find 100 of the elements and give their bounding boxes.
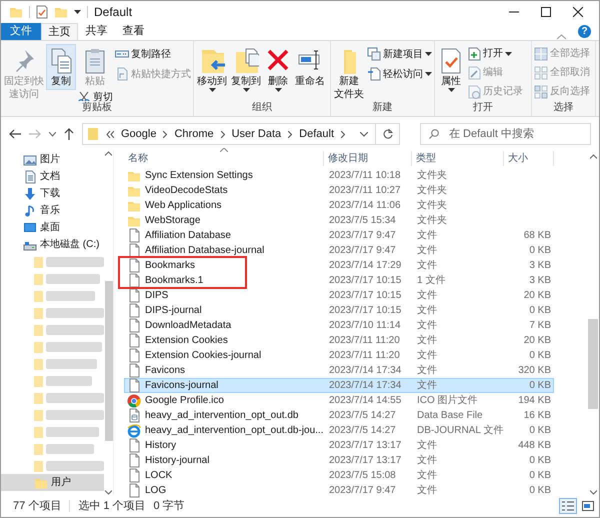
address-bar[interactable]: Google Chrome User Data Default	[82, 123, 400, 145]
ribbon-tab[interactable]: 共享	[78, 23, 115, 40]
file-name: Affiliation Database	[145, 229, 231, 243]
column-header[interactable]: 修改日期	[324, 151, 412, 166]
collapse-ribbon-icon[interactable]	[557, 34, 566, 40]
sidebar-item[interactable]: 音乐	[1, 202, 104, 219]
file-row[interactable]: DIPS-journal 2023/7/17 10:15 文件 0 KB	[124, 303, 554, 318]
chrome-logo-icon	[127, 394, 141, 408]
ribbon-button[interactable]: 重命名	[293, 44, 327, 90]
breadcrumb-chevron-icon[interactable]	[341, 130, 345, 138]
ribbon-button[interactable]: 新建 文件夹	[332, 44, 366, 101]
scroll-up-icon[interactable]	[590, 154, 596, 159]
thumbnail-view-button[interactable]	[579, 498, 597, 514]
file-row[interactable]: LOG 2023/7/17 9:47 文件 0 KB	[124, 483, 554, 498]
caret-icon	[208, 88, 216, 92]
breadcrumb-item[interactable]: Chrome	[174, 127, 214, 141]
sidebar-item[interactable]: 用户	[1, 474, 104, 491]
ribbon-button[interactable]: 新建项目	[366, 44, 433, 64]
overflow-chevrons-icon[interactable]	[106, 130, 114, 138]
help-button[interactable]: ?	[578, 25, 591, 38]
file-row[interactable]: WebStorage 2023/7/5 15:34 文件夹	[124, 213, 554, 228]
sidebar-item[interactable]: 下载	[1, 185, 104, 202]
sidebar-item[interactable]: 图片	[1, 151, 104, 168]
ribbon-tab[interactable]: 主页	[41, 23, 78, 40]
maximize-icon[interactable]	[541, 7, 551, 17]
file-row[interactable]: Affiliation Database-journal 2023/7/17 9:47 文件 0 KB	[124, 243, 554, 258]
date-cell-text: 2023/7/17 13:17	[328, 439, 402, 453]
caret-icon	[274, 88, 282, 92]
file-row[interactable]: heavy_ad_intervention_opt_out.db-jou... 2023/7/5 14:27 DB-JOURNAL 文件 0 KB	[124, 423, 554, 438]
sidebar-item[interactable]: 文档	[1, 168, 104, 185]
file-row[interactable]: VideoDecodeStats 2023/7/11 10:27 文件夹	[124, 183, 554, 198]
column-header[interactable]: 大小	[504, 151, 554, 166]
search-field[interactable]: 在 Default 中搜索	[420, 123, 591, 145]
file-icon	[127, 468, 141, 483]
file-icon	[127, 453, 141, 468]
date-cell-text: 2023/7/17 10:15	[328, 289, 402, 303]
size-cell-text: 0 KB	[528, 484, 551, 498]
file-row[interactable]: History 2023/7/17 13:17 文件 448 KB	[124, 438, 554, 453]
caret-icon	[425, 72, 432, 76]
column-header[interactable]: 类型	[412, 151, 504, 166]
ribbon-button[interactable]: 复制	[46, 44, 76, 90]
details-view-button[interactable]	[559, 498, 577, 514]
breadcrumb-chevron-icon[interactable]	[288, 130, 292, 138]
ribbon-button[interactable]: 轻松访问	[366, 64, 433, 84]
sidebar-item[interactable]: 本地磁盘 (C:)	[1, 236, 104, 253]
date-cell-text: 2023/7/14 17:34	[328, 379, 402, 393]
file-row[interactable]: Favicons 2023/7/14 17:34 文件 320 KB	[124, 363, 554, 378]
file-row[interactable]: Bookmarks 2023/7/14 17:29 文件 3 KB	[124, 258, 554, 273]
file-row[interactable]: DIPS 2023/7/17 10:15 文件 20 KB	[124, 288, 554, 303]
breadcrumb-item[interactable]: User Data	[232, 127, 282, 141]
ribbon-button[interactable]: 复制路径	[114, 44, 172, 64]
scrollbar-thumb[interactable]	[588, 319, 598, 409]
file-row[interactable]: heavy_ad_intervention_opt_out.db 2023/7/5 14:27 Data Base File 16 KB	[124, 408, 554, 423]
ribbon-group-label: 剪贴板	[81, 101, 113, 115]
type-cell-text: 文件	[416, 288, 438, 303]
breadcrumb-item[interactable]: Default	[299, 127, 334, 141]
back-arrow-icon[interactable]	[9, 129, 21, 139]
browser-e-icon	[127, 424, 141, 438]
file-menu-tab[interactable]: 文件	[1, 23, 41, 40]
scroll-down-icon[interactable]	[105, 490, 112, 495]
file-row[interactable]: LOCK 2023/7/5 15:08 文件 0 KB	[124, 468, 554, 483]
file-row[interactable]: Google Profile.ico 2023/7/14 14:55 ICO 图片文件 194 KB	[124, 393, 554, 408]
ribbon-button[interactable]: 打开	[466, 44, 513, 63]
file-name: Affiliation Database-journal	[145, 244, 264, 258]
file-row[interactable]: Bookmarks.1 2023/7/17 10:15 1 文件 3 KB	[124, 273, 554, 288]
scroll-up-icon[interactable]	[105, 151, 112, 156]
forward-arrow-icon[interactable]	[29, 129, 41, 139]
date-cell-text: 2023/7/17 9:47	[328, 244, 397, 258]
type-cell-text: 文件	[416, 454, 438, 468]
file-row[interactable]: History-journal 2023/7/17 13:17 文件 0 KB	[124, 453, 554, 468]
size-cell-text: 3 KB	[528, 274, 551, 288]
breadcrumb-item[interactable]: Google	[121, 127, 156, 141]
dropdown-chevron-icon[interactable]	[360, 132, 368, 136]
ribbon-button[interactable]: 删除	[263, 44, 293, 94]
ribbon-button[interactable]: 属性	[436, 44, 466, 94]
scroll-down-icon[interactable]	[590, 490, 596, 495]
file-row[interactable]: Sync Extension Settings 2023/7/11 10:18 文件夹	[124, 168, 554, 183]
breadcrumb-chevron-icon[interactable]	[163, 130, 168, 138]
close-icon[interactable]	[573, 7, 583, 17]
ribbon-button[interactable]: 复制到	[229, 44, 263, 94]
date-cell-text: 2023/7/5 15:08	[328, 469, 397, 483]
file-row[interactable]: Extension Cookies-journal 2023/7/11 11:20 文件 0 KB	[124, 348, 554, 363]
type-cell-text: 文件夹	[416, 214, 448, 228]
ribbon-button[interactable]: 移动到	[195, 44, 229, 94]
properties-icon[interactable]	[36, 5, 48, 19]
quick-access-caret-icon	[74, 10, 81, 14]
file-row[interactable]: DownloadMetadata 2023/7/10 11:14 文件 7 KB	[124, 318, 554, 333]
ribbon-tab[interactable]: 查看	[115, 23, 152, 40]
scrollbar-thumb[interactable]	[104, 281, 112, 441]
breadcrumb-chevron-icon[interactable]	[220, 130, 225, 138]
column-header[interactable]: 名称	[124, 151, 324, 166]
refresh-icon[interactable]	[382, 129, 392, 139]
file-row[interactable]: Affiliation Database 2023/7/17 9:47 文件 68 KB	[124, 228, 554, 243]
up-arrow-icon[interactable]	[64, 128, 74, 140]
type-cell-text: 文件	[416, 348, 438, 363]
file-row[interactable]: Extension Cookies 2023/7/11 11:20 文件 20 KB	[124, 333, 554, 348]
sidebar-item[interactable]: 桌面	[1, 219, 104, 236]
file-row[interactable]: Favicons-journal 2023/7/14 17:34 文件 0 KB	[124, 378, 554, 393]
recent-locations-chevron-icon[interactable]	[49, 132, 56, 136]
file-row[interactable]: Web Applications 2023/7/14 11:06 文件夹	[124, 198, 554, 213]
